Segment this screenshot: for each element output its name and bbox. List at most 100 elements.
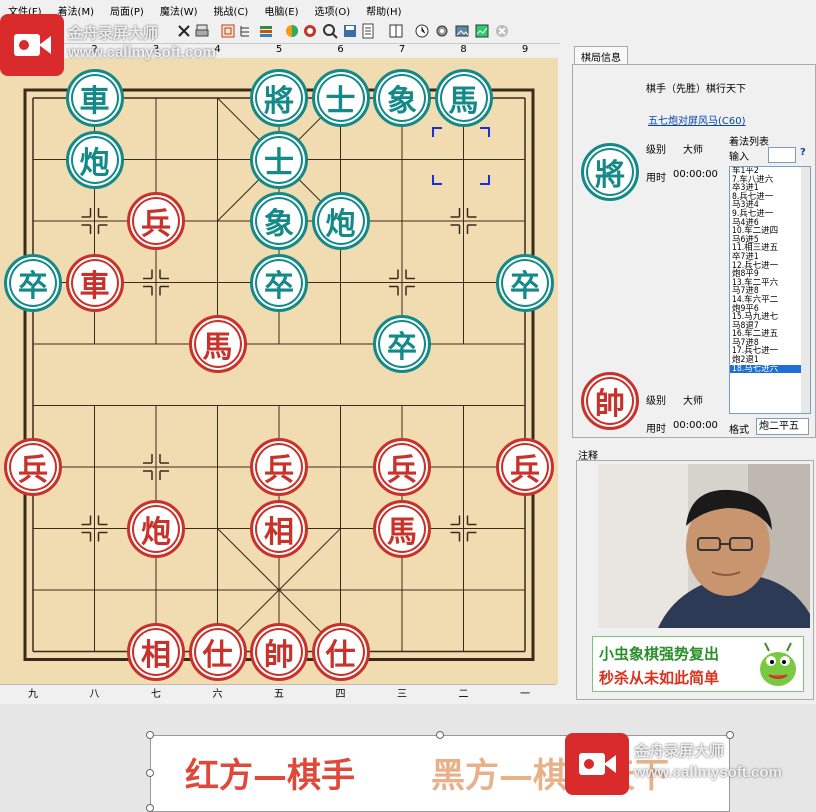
black-time-value: 00:00:00 — [673, 169, 718, 180]
piece-red-king[interactable]: 帥 — [250, 622, 308, 681]
doc-icon[interactable] — [360, 23, 376, 39]
menu-magic[interactable]: 魔法(W) — [152, 3, 206, 18]
input-label: 输入 — [729, 152, 749, 163]
moves-title: 着法列表 — [729, 137, 769, 148]
menu-computer[interactable]: 电脑(E) — [256, 3, 306, 18]
piece-black-elephant-b[interactable]: 象 — [250, 192, 308, 250]
red-time-value: 00:00:00 — [673, 420, 718, 431]
bottom-coordinates: 九八七六五四三二一 — [0, 684, 556, 700]
resize-handle-tr[interactable] — [726, 731, 734, 739]
webcam-video — [598, 464, 810, 628]
piece-red-chariot[interactable]: 車 — [65, 253, 124, 312]
black-level-label: 级别 — [646, 145, 666, 156]
top-coord-label: 6 — [337, 44, 344, 55]
format-label: 格式 — [729, 425, 749, 436]
menu-position[interactable]: 局面(P) — [102, 3, 152, 18]
opening-link[interactable]: 五七炮对屏风马(C60) — [648, 112, 746, 127]
selection-marker — [432, 127, 490, 185]
red-time-label: 用时 — [646, 424, 666, 435]
black-level-value: 大师 — [683, 145, 703, 156]
resize-handle-bl[interactable] — [146, 804, 154, 812]
players-line: 棋手（先胜）棋行天下 — [646, 84, 746, 95]
piece-red-horse-b[interactable]: 馬 — [373, 499, 431, 558]
piece-red-elephant-a[interactable]: 相 — [250, 499, 308, 558]
chess-board[interactable]: 車將士象馬炮士兵象炮卒車卒卒馬卒兵兵兵兵炮相馬相仕帥仕 — [0, 58, 558, 684]
move-input[interactable] — [768, 147, 796, 163]
bottom-coord-label: 五 — [274, 689, 284, 700]
save-icon[interactable] — [342, 23, 358, 39]
piece-red-advisor-b[interactable]: 仕 — [311, 622, 370, 681]
piece-black-general[interactable]: 將 — [250, 69, 308, 127]
watermark-title-2: 金舟录屏大师 — [634, 743, 725, 760]
piece-black-soldier-d[interactable]: 卒 — [373, 315, 431, 373]
top-coord-label: 7 — [398, 44, 406, 55]
format-select[interactable]: 炮二平五 — [756, 418, 809, 435]
move-list-item[interactable]: 18.马七进六 — [730, 365, 810, 374]
piece-red-soldier-b[interactable]: 兵 — [4, 438, 62, 496]
moves-scrollbar[interactable] — [801, 167, 810, 413]
piece-black-cannon-a[interactable]: 炮 — [65, 130, 124, 189]
top-coord-label: 5 — [275, 44, 283, 55]
settings-icon[interactable] — [434, 23, 450, 39]
watermark-url: www.callmysoft.com — [68, 44, 216, 61]
resize-handle-tm[interactable] — [436, 731, 444, 739]
print-icon[interactable] — [194, 23, 210, 39]
slide-red-text: 红方—棋手 — [185, 756, 355, 796]
piece-black-advisor-b[interactable]: 士 — [250, 130, 308, 189]
stop-icon[interactable] — [494, 23, 510, 39]
piece-red-advisor-a[interactable]: 仕 — [188, 622, 247, 681]
bottom-coord-label: 九 — [28, 689, 38, 700]
piece-black-soldier-b[interactable]: 卒 — [250, 253, 308, 312]
piece-red-soldier-a[interactable]: 兵 — [127, 192, 185, 250]
piece-black-elephant-a[interactable]: 象 — [373, 69, 431, 127]
piece-red-soldier-e[interactable]: 兵 — [496, 438, 554, 496]
piece-red-horse-a[interactable]: 馬 — [188, 315, 247, 373]
bottom-coord-label: 三 — [397, 689, 407, 700]
watermark-url-2: www.callmysoft.com — [634, 764, 782, 781]
menu-help[interactable]: 帮助(H) — [358, 3, 409, 18]
bottom-coord-label: 四 — [335, 689, 346, 700]
piece-black-horse[interactable]: 馬 — [434, 69, 493, 127]
resize-handle-ml[interactable] — [146, 769, 154, 777]
chart-icon[interactable] — [474, 23, 490, 39]
moves-list[interactable]: 车1平2 7.车八进六 卒3进1 8.兵七进一 马3进4 9.兵七进一 马4进6 10.车二进… — [729, 166, 811, 414]
recorder-logo-icon-2 — [565, 733, 629, 795]
webcam-person-image — [598, 464, 810, 628]
engine-icon[interactable] — [302, 23, 318, 39]
bottom-coord-label: 六 — [212, 689, 223, 700]
tab-game-info[interactable]: 棋局信息 — [574, 46, 628, 66]
menu-bar: 文件(F) 着法(M) 局面(P) 魔法(W) 挑战(C) 电脑(E) 选项(O… — [0, 0, 816, 20]
black-side-piece-icon: 將 — [581, 143, 639, 201]
piece-black-cannon-b[interactable]: 炮 — [311, 192, 370, 250]
red-level-label: 级别 — [646, 396, 666, 407]
tree-icon[interactable] — [238, 23, 254, 39]
help-link[interactable]: ? — [800, 147, 806, 158]
banner-line-2: 秒杀从未如此简单 — [599, 669, 720, 687]
piece-red-soldier-d[interactable]: 兵 — [373, 438, 431, 496]
color-wheel-icon[interactable] — [284, 23, 300, 39]
banner-line-1: 小虫象棋强势复出 — [599, 645, 720, 663]
menu-challenge[interactable]: 挑战(C) — [206, 3, 257, 18]
close-x-icon[interactable] — [176, 23, 192, 39]
stats-icon[interactable] — [258, 23, 274, 39]
promo-banner[interactable]: 小虫象棋强势复出 秒杀从未如此简单 — [592, 636, 804, 692]
book-icon[interactable] — [388, 23, 404, 39]
analyze-icon[interactable] — [322, 23, 338, 39]
piece-black-soldier-a[interactable]: 卒 — [4, 253, 62, 312]
bug-mascot-icon — [760, 642, 796, 686]
bottom-coord-label: 二 — [458, 689, 469, 700]
red-side-piece-icon: 帥 — [581, 372, 639, 430]
picture-icon[interactable] — [454, 23, 470, 39]
menu-options[interactable]: 选项(O) — [306, 3, 358, 18]
board-icon[interactable] — [220, 23, 236, 39]
piece-black-advisor-a[interactable]: 士 — [311, 69, 370, 127]
piece-red-soldier-c[interactable]: 兵 — [250, 438, 308, 496]
piece-red-elephant-b[interactable]: 相 — [127, 622, 185, 681]
piece-black-chariot-a[interactable]: 車 — [65, 69, 124, 127]
piece-black-soldier-c[interactable]: 卒 — [496, 253, 554, 312]
resize-handle-tl[interactable] — [146, 731, 154, 739]
bottom-coord-label: 一 — [520, 689, 530, 700]
black-time-label: 用时 — [646, 173, 666, 184]
piece-red-cannon[interactable]: 炮 — [127, 499, 185, 558]
clock-icon[interactable] — [414, 23, 430, 39]
